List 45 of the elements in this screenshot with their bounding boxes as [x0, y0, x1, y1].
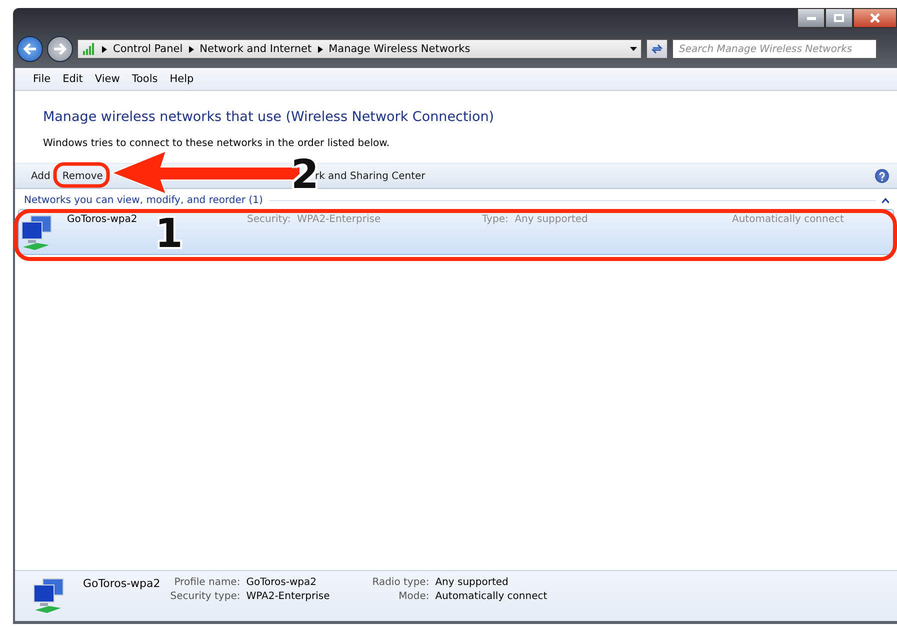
collapse-icon[interactable]	[882, 198, 889, 203]
detail-value: Automatically connect	[435, 591, 548, 602]
maximize-icon[interactable]	[825, 8, 853, 28]
dropdown-icon[interactable]	[630, 47, 637, 51]
detail-value: Any supported	[435, 577, 510, 588]
annotation-number: 1	[155, 214, 183, 254]
detail-label: Security type:	[170, 591, 240, 602]
network-name: GoToros-wpa2	[67, 214, 138, 225]
breadcrumb-item[interactable]: Manage Wireless Networks	[328, 43, 470, 55]
breadcrumb-item[interactable]: Control Panel	[113, 43, 183, 55]
menu-item[interactable]: Help	[164, 73, 200, 85]
forward-arrow-icon	[53, 43, 67, 55]
chevron-icon	[188, 46, 194, 52]
group-header[interactable]: Networks you can view, modify, and reorder (1)	[24, 195, 263, 206]
minimize-icon[interactable]	[797, 8, 825, 28]
connect-mode-text: Automatically connect	[732, 214, 845, 225]
network-name: GoToros-wpa2	[83, 577, 160, 590]
forward-button[interactable]	[47, 36, 73, 62]
refresh-icon[interactable]	[646, 39, 668, 59]
signal-bars-icon	[82, 43, 96, 55]
detail-label: Mode:	[398, 591, 430, 602]
toolbar-button[interactable]: Remove	[56, 170, 109, 182]
close-icon[interactable]	[853, 8, 897, 28]
highlight-outline	[53, 162, 110, 188]
detail-label: Profile name:	[173, 577, 240, 588]
page-heading: Manage wireless networks that use (Wireless Network Connection)	[43, 109, 496, 125]
menu-item[interactable]: Edit	[56, 73, 89, 85]
detail-value: GoToros-wpa2	[246, 577, 318, 588]
menu-item[interactable]: View	[88, 73, 126, 85]
security-text: Security: WPA2-Enterprise	[247, 214, 382, 225]
description-text: Windows tries to connect to these networks in the order listed below.	[43, 138, 391, 149]
menu-item[interactable]: File	[27, 73, 57, 85]
detail-label: Radio type:	[372, 577, 430, 588]
menu-item[interactable]: Tools	[126, 73, 164, 85]
back-arrow-icon	[23, 43, 37, 55]
search-field[interactable]: Search Manage Wireless Networks	[672, 39, 877, 59]
chevron-icon	[318, 46, 323, 52]
type-text: Type: Any supported	[482, 214, 589, 225]
chevron-icon	[102, 46, 107, 52]
help-icon[interactable]	[875, 169, 889, 183]
toolbar-button[interactable]: Add	[25, 170, 56, 182]
breadcrumb-item[interactable]: Network and Internet	[200, 43, 312, 55]
back-button[interactable]	[17, 36, 43, 62]
detail-value: WPA2-Enterprise	[246, 591, 331, 602]
address-bar[interactable]: Control Panel Network and Internet Manage Wireless Networks	[77, 39, 642, 59]
